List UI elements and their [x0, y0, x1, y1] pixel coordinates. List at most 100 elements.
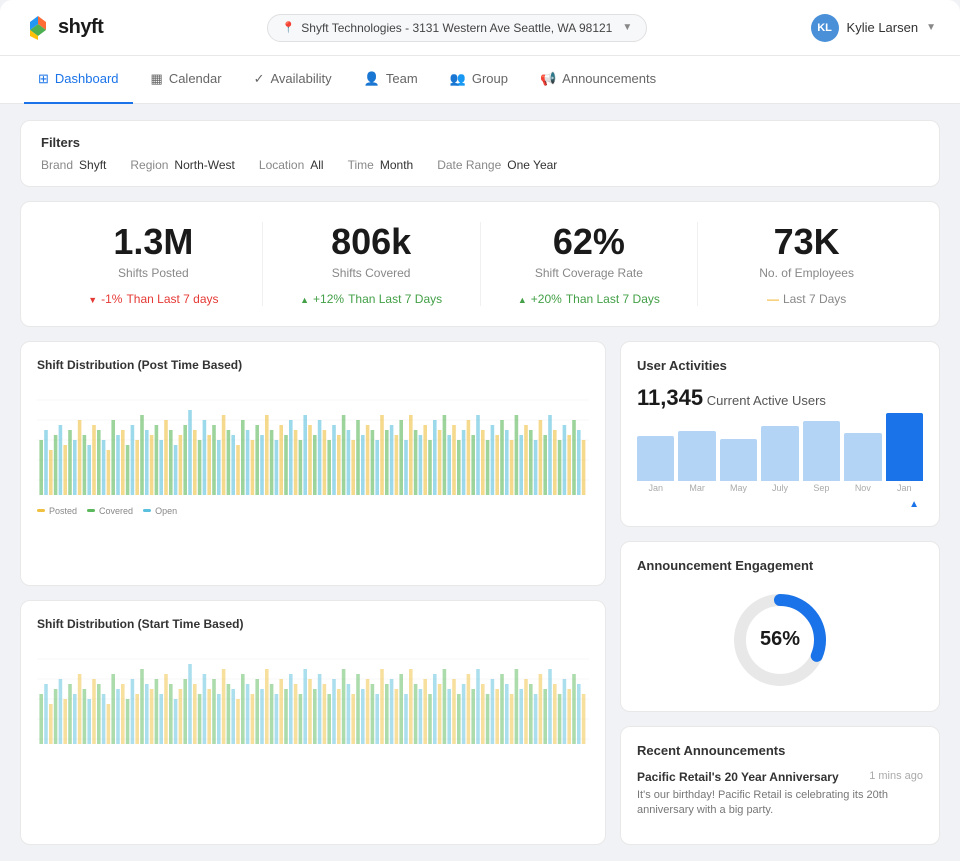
- stat-change-employees: Last 7 Days: [714, 292, 899, 306]
- chart-post-time-area: [37, 380, 589, 500]
- bottom-row: Shift Distribution (Post Time Based): [20, 341, 940, 846]
- bar-value-sep: [803, 421, 840, 481]
- chart-post-time-title: Shift Distribution (Post Time Based): [37, 358, 589, 372]
- announcement-title: Pacific Retail's 20 Year Anniversary: [637, 770, 839, 784]
- nav-item-calendar[interactable]: ▦ Calendar: [137, 56, 236, 104]
- stat-label-coverage-rate: Shift Coverage Rate: [497, 266, 682, 280]
- announcement-engagement-card: Announcement Engagement 56%: [620, 541, 940, 712]
- bar-value-july: [761, 426, 798, 481]
- user-chevron-icon: ▼: [926, 22, 936, 33]
- announcement-item: Pacific Retail's 20 Year Anniversary 1 m…: [637, 770, 923, 829]
- bar-nov: Nov: [844, 433, 881, 493]
- legend-dot-posted: [37, 509, 45, 512]
- logo-text: shyft: [58, 16, 103, 39]
- filter-region: Region North-West: [130, 158, 235, 172]
- user-activities-title: User Activities: [637, 358, 923, 373]
- bar-value-jan2: [886, 413, 923, 481]
- filters-card: Filters Brand Shyft Region North-West Lo…: [20, 120, 940, 187]
- donut-chart-container: 56%: [637, 585, 923, 695]
- charts-column: Shift Distribution (Post Time Based): [20, 341, 606, 846]
- main-content: Filters Brand Shyft Region North-West Lo…: [0, 104, 960, 861]
- user-activities-bar-chart: Jan Mar May July: [637, 423, 923, 493]
- chart-start-time: Shift Distribution (Start Time Based): [20, 600, 606, 845]
- bar-jan: Jan: [637, 436, 674, 493]
- bar-sep: Sep: [803, 421, 840, 493]
- chart-start-svg: [37, 639, 589, 749]
- stat-shifts-covered: 806k Shifts Covered +12% Than Last 7 Day…: [263, 222, 481, 306]
- team-icon: 👤: [364, 71, 380, 87]
- stats-card: 1.3M Shifts Posted -1% Than Last 7 days …: [20, 201, 940, 327]
- arrow-down-icon: [88, 292, 97, 306]
- announcements-icon: 📢: [540, 71, 556, 87]
- location-text: Shyft Technologies - 3131 Western Ave Se…: [301, 21, 612, 35]
- filter-brand: Brand Shyft: [41, 158, 106, 172]
- legend-covered: Covered: [87, 506, 133, 516]
- announcement-body: It's our birthday! Pacific Retail is cel…: [637, 788, 923, 819]
- donut-label: 56%: [760, 628, 800, 651]
- user-activities-count: 11,345 Current Active Users: [637, 385, 923, 411]
- chart-post-svg: [37, 380, 589, 500]
- bar-may: May: [720, 439, 757, 493]
- filters-title: Filters: [41, 135, 919, 150]
- avatar: KL: [811, 14, 839, 42]
- location-bar[interactable]: 📍 Shyft Technologies - 3131 Western Ave …: [267, 14, 648, 42]
- bar-mar: Mar: [678, 431, 715, 493]
- legend-dot-open: [143, 509, 151, 512]
- user-menu[interactable]: KL Kylie Larsen ▼: [811, 14, 936, 42]
- user-name: Kylie Larsen: [847, 20, 919, 35]
- announcement-header: Pacific Retail's 20 Year Anniversary 1 m…: [637, 770, 923, 784]
- chart-legend: Posted Covered Open: [37, 506, 589, 516]
- stat-label-shifts-posted: Shifts Posted: [61, 266, 246, 280]
- bar-axis-arrow: ▲: [637, 499, 923, 510]
- dash-icon: [767, 292, 779, 306]
- nav-item-group[interactable]: 👥 Group: [436, 56, 522, 104]
- bar-value-may: [720, 439, 757, 481]
- legend-posted: Posted: [37, 506, 77, 516]
- bar-value-jan: [637, 436, 674, 481]
- chart-start-time-area: [37, 639, 589, 759]
- calendar-icon: ▦: [151, 71, 163, 87]
- recent-announcements-card: Recent Announcements Pacific Retail's 20…: [620, 726, 940, 846]
- legend-dot-covered: [87, 509, 95, 512]
- stat-change-coverage-rate: +20% Than Last 7 Days: [497, 292, 682, 306]
- filter-location: Location All: [259, 158, 324, 172]
- nav-item-dashboard[interactable]: ⊞ Dashboard: [24, 56, 133, 104]
- stat-employees: 73K No. of Employees Last 7 Days: [698, 222, 915, 306]
- stat-coverage-rate: 62% Shift Coverage Rate +20% Than Last 7…: [481, 222, 699, 306]
- chart-post-time: Shift Distribution (Post Time Based): [20, 341, 606, 586]
- chevron-down-icon: ▼: [622, 22, 632, 33]
- stat-change-shifts-posted: -1% Than Last 7 days: [61, 292, 246, 306]
- user-activities-card: User Activities 11,345 Current Active Us…: [620, 341, 940, 527]
- chart-start-time-title: Shift Distribution (Start Time Based): [37, 617, 589, 631]
- logo: shyft: [24, 14, 103, 42]
- recent-announcements-title: Recent Announcements: [637, 743, 923, 758]
- navigation: ⊞ Dashboard ▦ Calendar ✓ Availability 👤 …: [0, 56, 960, 104]
- legend-open: Open: [143, 506, 177, 516]
- announcement-engagement-title: Announcement Engagement: [637, 558, 923, 573]
- stat-label-shifts-covered: Shifts Covered: [279, 266, 464, 280]
- stat-change-shifts-covered: +12% Than Last 7 Days: [279, 292, 464, 306]
- nav-item-announcements[interactable]: 📢 Announcements: [526, 56, 670, 104]
- dashboard-icon: ⊞: [38, 71, 49, 87]
- stat-value-shifts-covered: 806k: [279, 222, 464, 262]
- nav-item-availability[interactable]: ✓ Availability: [240, 56, 346, 104]
- right-panel: User Activities 11,345 Current Active Us…: [620, 341, 940, 846]
- pin-icon: 📍: [282, 21, 296, 34]
- filters-row: Brand Shyft Region North-West Location A…: [41, 158, 919, 172]
- group-icon: 👥: [450, 71, 466, 87]
- header: shyft 📍 Shyft Technologies - 3131 Wester…: [0, 0, 960, 56]
- bar-value-mar: [678, 431, 715, 481]
- announcement-time: 1 mins ago: [869, 770, 923, 782]
- bar-july: July: [761, 426, 798, 493]
- nav-item-team[interactable]: 👤 Team: [350, 56, 432, 104]
- stat-shifts-posted: 1.3M Shifts Posted -1% Than Last 7 days: [45, 222, 263, 306]
- bar-jan2: Jan: [886, 413, 923, 493]
- arrow-up-icon: [300, 292, 309, 306]
- bar-value-nov: [844, 433, 881, 481]
- stat-value-shifts-posted: 1.3M: [61, 222, 246, 262]
- availability-icon: ✓: [254, 71, 265, 87]
- shyft-logo-icon: [24, 14, 52, 42]
- stat-value-employees: 73K: [714, 222, 899, 262]
- filter-daterange: Date Range One Year: [437, 158, 557, 172]
- filter-time: Time Month: [348, 158, 414, 172]
